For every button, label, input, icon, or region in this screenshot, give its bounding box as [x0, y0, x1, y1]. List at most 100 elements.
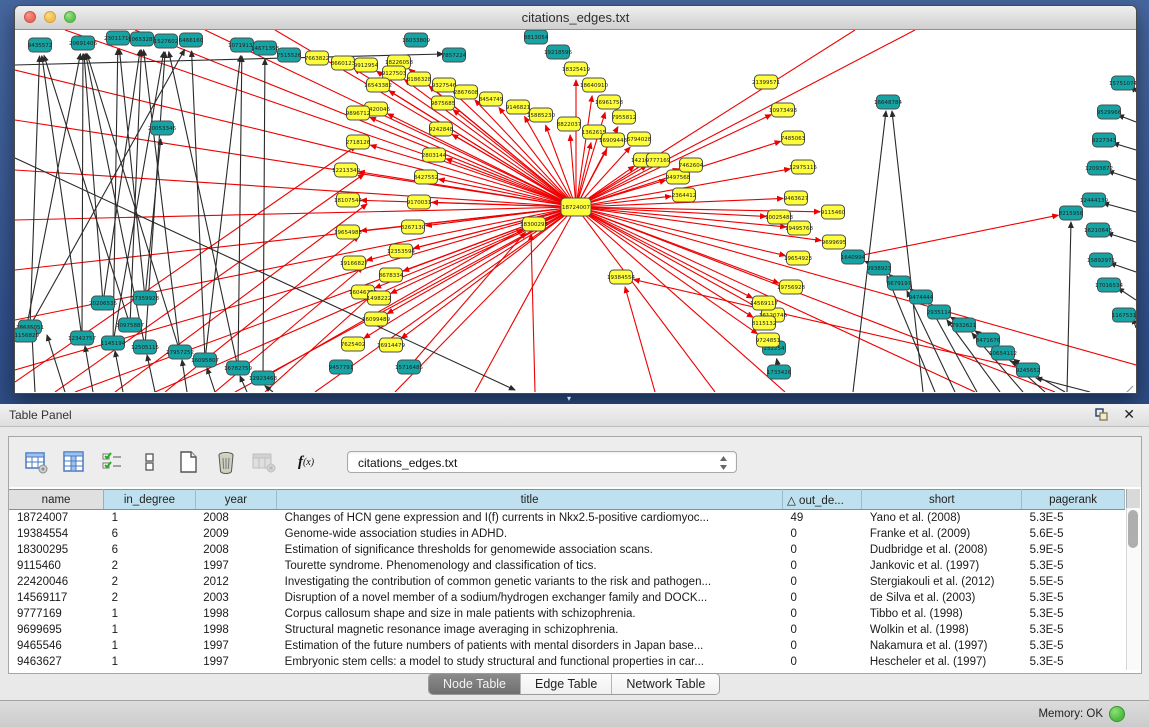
function-builder-icon[interactable]: f(x) — [289, 449, 323, 475]
graph-node[interactable]: 12213349 — [332, 163, 360, 177]
graph-node[interactable]: 16961758 — [595, 95, 623, 109]
graph-node[interactable]: 1640994 — [841, 250, 866, 264]
graph-node[interactable]: 1527602 — [154, 34, 179, 48]
graph-node[interactable]: 12444139 — [1080, 193, 1108, 207]
table-row[interactable]: 911546021997Tourette syndrome. Phenomeno… — [9, 558, 1125, 574]
graph-node[interactable]: 21399571 — [752, 75, 780, 89]
graph-node[interactable]: 1145194 — [101, 336, 126, 350]
graph-node[interactable]: 7932621 — [952, 318, 977, 332]
graph-node[interactable]: 18325419 — [562, 62, 590, 76]
graph-node[interactable]: 19495768 — [785, 221, 813, 235]
graph-node[interactable]: 9435572 — [28, 38, 53, 52]
graph-node[interactable]: 14569117 — [750, 296, 778, 310]
graph-node[interactable]: 12353594 — [387, 244, 415, 258]
table-row[interactable]: 977716911998Corpus callosum shape and si… — [9, 606, 1125, 622]
float-panel-icon[interactable] — [1095, 408, 1109, 422]
tab-network-table[interactable]: Network Table — [612, 674, 719, 694]
graph-node[interactable]: 2803144 — [422, 148, 447, 162]
graph-node[interactable]: 11156829 — [15, 328, 39, 342]
graph-node[interactable]: 9115460 — [821, 205, 846, 219]
window-titlebar[interactable]: citations_edges.txt — [15, 6, 1136, 30]
graph-node[interactable]: 15885230 — [527, 108, 555, 122]
graph-node[interactable]: 19654985 — [334, 225, 362, 239]
graph-node[interactable]: 6466160 — [179, 33, 204, 47]
table-corner-button[interactable] — [1126, 489, 1140, 509]
graph-node[interactable]: 15892971 — [1087, 253, 1115, 267]
graph-node[interactable]: 7485063 — [781, 131, 806, 145]
graph-node[interactable]: 19384554 — [607, 270, 635, 284]
graph-node[interactable]: 9699695 — [822, 235, 847, 249]
graph-node[interactable]: 12923468 — [249, 371, 277, 385]
table-scrollbar[interactable] — [1126, 508, 1140, 670]
table-row[interactable]: 946362711997Embryonic stem cells: a mode… — [9, 654, 1125, 670]
graph-node[interactable]: 16909448 — [599, 133, 627, 147]
column-header-year[interactable]: year — [195, 490, 276, 510]
graph-node[interactable]: 20053346 — [148, 121, 176, 135]
graph-node[interactable]: 8454749 — [479, 92, 504, 106]
graph-node[interactable]: 20206535 — [89, 296, 117, 310]
graph-node[interactable]: 18300295 — [520, 217, 548, 231]
delete-table-icon[interactable] — [251, 449, 277, 475]
graph-node[interactable]: 6794028 — [627, 132, 652, 146]
graph-node[interactable]: 8822037 — [557, 117, 582, 131]
graph-node[interactable]: 9875685 — [431, 96, 456, 110]
close-panel-icon[interactable]: ✕ — [1123, 407, 1135, 422]
graph-node[interactable]: 9724851 — [756, 333, 781, 347]
graph-node[interactable]: 6679197 — [887, 276, 912, 290]
new-table-icon[interactable] — [175, 449, 201, 475]
graph-node[interactable]: 19166827 — [340, 256, 368, 270]
graph-node[interactable]: 8813054 — [524, 30, 549, 44]
graph-node[interactable]: 9938923 — [867, 261, 892, 275]
graph-node[interactable]: 17016534 — [1095, 278, 1123, 292]
graph-node[interactable]: 18107544 — [334, 193, 362, 207]
graph-node[interactable]: 9457791 — [329, 360, 354, 374]
graph-node[interactable]: 9170031 — [407, 195, 432, 209]
column-header-title[interactable]: title — [277, 490, 783, 510]
graph-node[interactable]: 12093872 — [1085, 161, 1113, 175]
graph-node[interactable]: 9777169 — [646, 153, 671, 167]
graph-node[interactable]: 12342757 — [68, 331, 96, 345]
graph-node[interactable]: 9227343 — [1092, 133, 1117, 147]
graph-node[interactable]: 9146821 — [506, 100, 531, 114]
graph-node[interactable]: 18724007 — [561, 198, 591, 216]
graph-node[interactable]: 16914479 — [377, 338, 405, 352]
graph-node[interactable]: 12505115 — [131, 340, 159, 354]
table-row[interactable]: 2242004622012Investigating the contribut… — [9, 574, 1125, 590]
tab-node-table[interactable]: Node Table — [429, 674, 521, 694]
network-window[interactable]: citations_edges.txt 18724007 9435572 20691… — [14, 5, 1137, 394]
delete-column-icon[interactable] — [213, 449, 239, 475]
graph-node[interactable]: 8471676 — [976, 333, 1001, 347]
table-row[interactable]: 946554611997Estimation of the future num… — [9, 638, 1125, 654]
graph-node[interactable]: 8427552 — [414, 170, 439, 184]
graph-node[interactable]: 20691406 — [69, 36, 97, 50]
graph-node[interactable]: 14671358 — [251, 41, 279, 55]
select-columns-icon[interactable] — [99, 449, 125, 475]
graph-node[interactable]: 1167531 — [1112, 308, 1136, 322]
column-header-name[interactable]: name — [9, 490, 104, 510]
column-header-in-degree[interactable]: in_degree — [104, 490, 196, 510]
graph-node[interactable]: 17957252 — [166, 345, 194, 359]
graph-node[interactable]: 2364412 — [672, 188, 697, 202]
tab-edge-table[interactable]: Edge Table — [521, 674, 612, 694]
graph-node[interactable]: 8186328 — [407, 72, 432, 86]
graph-node[interactable]: 7955812 — [612, 110, 637, 124]
table-row[interactable]: 1872400712008Changes of HCN gene express… — [9, 510, 1125, 527]
graph-node[interactable]: 7462604 — [679, 158, 704, 172]
graph-node[interactable]: 12975115 — [789, 160, 817, 174]
graph-node[interactable]: 1498222 — [367, 291, 392, 305]
graph-node[interactable]: 2718126 — [346, 135, 371, 149]
graph-node[interactable]: 8660123 — [331, 56, 356, 70]
split-pane-handle[interactable]: ▾ — [567, 396, 579, 402]
graph-node[interactable]: 7515526 — [277, 48, 302, 62]
graph-node[interactable]: 1733426 — [767, 365, 792, 379]
column-header-out-degree[interactable]: △ out_de... — [782, 490, 861, 510]
graph-node[interactable]: 30975887 — [116, 318, 144, 332]
graph-node[interactable]: 10653287 — [128, 32, 156, 46]
graph-node[interactable]: 17359928 — [131, 291, 159, 305]
show-column-icon[interactable] — [61, 449, 87, 475]
graph-node[interactable]: 15751074 — [1109, 76, 1136, 90]
graph-node[interactable]: 8678334 — [379, 268, 404, 282]
graph-node[interactable]: 9474444 — [909, 290, 934, 304]
graph-node[interactable]: 19654923 — [784, 251, 812, 265]
table-row[interactable]: 1456911722003Disruption of a novel membe… — [9, 590, 1125, 606]
